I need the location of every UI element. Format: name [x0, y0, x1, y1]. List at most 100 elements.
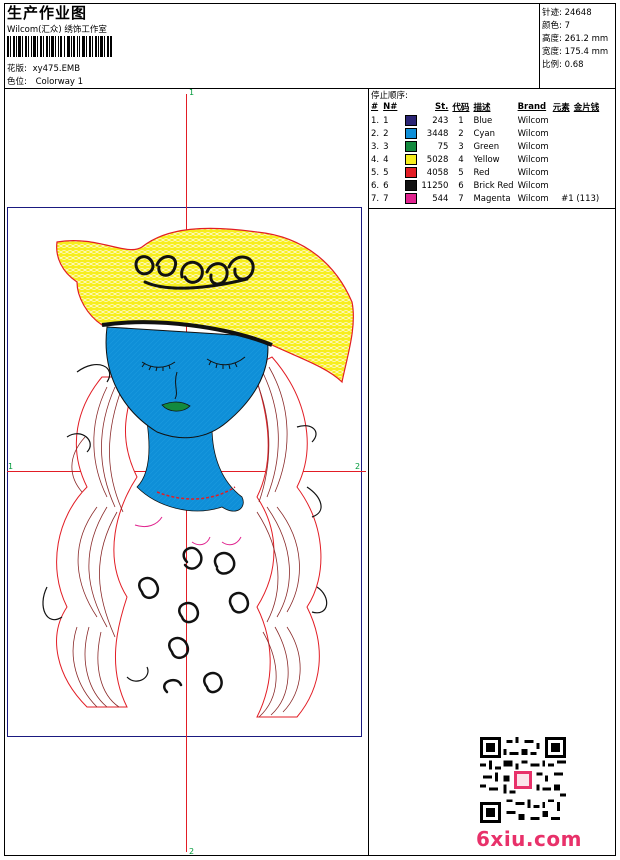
hair-right	[251, 356, 328, 718]
row-code: 3	[458, 141, 464, 152]
row-element	[551, 153, 602, 166]
colors-value: 7	[564, 21, 570, 31]
header-divider-vertical	[539, 3, 540, 88]
rose-swirls	[138, 546, 250, 694]
design-label: 花版:	[7, 64, 27, 74]
thread-color-swatch	[404, 128, 417, 139]
row-needle: 2	[381, 127, 419, 140]
row-stitches: 75	[437, 141, 449, 152]
row-description: Green	[473, 141, 500, 152]
col-element: 元素	[552, 103, 570, 113]
needle-number: 7	[383, 194, 389, 204]
needle-number: 1	[383, 116, 389, 126]
row-description: Brick Red	[473, 180, 514, 191]
row-element	[551, 114, 602, 127]
table-divider-horizontal	[368, 208, 616, 209]
row-brand: Wilcom	[517, 141, 549, 152]
needle-number: 6	[383, 181, 389, 191]
needle-number: 4	[383, 155, 389, 165]
col-description: 描述	[473, 103, 491, 113]
needle-number: 2	[383, 129, 389, 139]
scale-label: 比例:	[542, 60, 562, 70]
row-needle: 1	[381, 114, 419, 127]
row-needle: 7	[381, 192, 419, 205]
row-description: Yellow	[473, 154, 500, 165]
colorway-value: Colorway 1	[35, 77, 84, 87]
row-needle: 5	[381, 166, 419, 179]
marker-bottom: 2	[189, 847, 195, 856]
watermark-logo: 6xiu.com	[476, 827, 582, 851]
stop-row: 1. 1 243 1 Blue Wilcom	[369, 114, 601, 127]
thread-color-swatch	[404, 115, 417, 126]
stat-stitches: 针迹: 24648	[542, 6, 592, 18]
stop-row: 2. 2 3448 2 Cyan Wilcom	[369, 127, 601, 140]
colorway-row: 色位: Colorway 1	[7, 75, 83, 87]
row-number: 4.	[371, 154, 380, 165]
row-description: Red	[473, 167, 490, 178]
needle-number: 5	[383, 168, 389, 178]
stop-sequence-table: # N# St. 代码 描述 Brand 元素 金片钱 1. 1 243 1 Blue W…	[369, 100, 601, 205]
col-sequin: 金片钱	[573, 103, 600, 113]
row-element	[551, 140, 602, 153]
row-code: 1	[458, 115, 464, 126]
row-number: 1.	[371, 115, 380, 126]
face-skin	[105, 326, 269, 439]
qr-code-image	[480, 737, 566, 823]
stop-row: 4. 4 5028 4 Yellow Wilcom	[369, 153, 601, 166]
design-name-row: 花版: xy475.EMB	[7, 62, 80, 74]
row-description: Cyan	[473, 128, 495, 139]
stop-row: 7. 7 544 7 Magenta Wilcom #1 (113)	[369, 192, 601, 205]
row-element	[551, 127, 602, 140]
row-description: Blue	[473, 115, 493, 126]
row-element: #1 (113)	[561, 193, 600, 204]
stop-row: 3. 3 75 3 Green Wilcom	[369, 140, 601, 153]
row-needle: 3	[381, 140, 419, 153]
row-element	[551, 179, 602, 192]
needle-number: 3	[383, 142, 389, 152]
col-code: 代码	[452, 103, 470, 113]
thread-color-swatch	[404, 180, 417, 191]
row-stitches: 3448	[426, 128, 449, 139]
stop-row: 5. 5 4058 5 Red Wilcom	[369, 166, 601, 179]
row-needle: 4	[381, 153, 419, 166]
row-stitches: 243	[432, 115, 449, 126]
thread-color-swatch	[404, 154, 417, 165]
row-code: 2	[458, 128, 464, 139]
row-stitches: 5028	[426, 154, 449, 165]
row-stitches: 544	[432, 193, 449, 204]
hair-left	[42, 363, 149, 708]
row-number: 3.	[371, 141, 380, 152]
row-number: 7.	[371, 193, 380, 204]
company-name: Wilcom(汇众) 绣饰工作室	[7, 25, 107, 35]
row-number: 6.	[371, 180, 380, 191]
header-divider-horizontal	[4, 88, 616, 89]
colorway-label: 色位:	[7, 77, 27, 87]
stop-row: 6. 6 11250 6 Brick Red Wilcom	[369, 179, 601, 192]
row-description: Magenta	[473, 193, 511, 204]
thread-color-swatch	[404, 193, 417, 204]
width-value: 175.4 mm	[564, 47, 609, 57]
row-brand: Wilcom	[517, 167, 549, 178]
row-brand: Wilcom	[517, 128, 549, 139]
row-number: 5.	[371, 167, 380, 178]
col-number: #	[371, 102, 379, 112]
embroidery-artwork	[42, 227, 354, 718]
stat-width: 宽度: 175.4 mm	[542, 45, 608, 57]
row-code: 4	[458, 154, 464, 165]
row-brand: Wilcom	[517, 154, 549, 165]
colors-label: 颜色:	[542, 21, 562, 31]
rose-highlights	[134, 516, 242, 546]
row-stitches: 4058	[426, 167, 449, 178]
thread-color-swatch	[404, 167, 417, 178]
table-header-row: # N# St. 代码 描述 Brand 元素 金片钱	[369, 100, 601, 114]
col-needle: N#	[383, 102, 398, 112]
col-brand: Brand	[517, 102, 547, 112]
row-code: 5	[458, 167, 464, 178]
page-title: 生产作业图	[7, 4, 88, 22]
stat-colors: 颜色: 7	[542, 19, 570, 31]
row-brand: Wilcom	[517, 193, 549, 204]
stat-height: 高度: 261.2 mm	[542, 32, 608, 44]
design-value: xy475.EMB	[32, 64, 81, 74]
stitches-value: 24648	[564, 8, 592, 18]
stat-scale: 比例: 0.68	[542, 58, 584, 70]
